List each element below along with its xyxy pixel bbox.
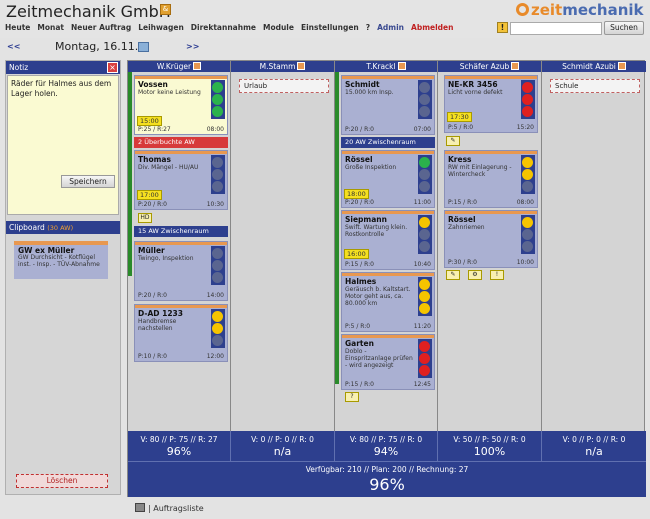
- add-icon[interactable]: [397, 62, 406, 70]
- save-note-button[interactable]: Speichern: [61, 175, 115, 188]
- add-icon[interactable]: [193, 62, 202, 70]
- column-t-krackl: T.Krackl Schmidt 15.000 km Insp. P:20 / R…: [335, 61, 438, 431]
- card-ne-kr-3456[interactable]: NE-KR 3456 Licht vorne defekt 17:30 P:5 /…: [444, 75, 538, 133]
- help-icon[interactable]: ?: [345, 392, 359, 402]
- green-bar: [335, 72, 339, 384]
- note-textarea[interactable]: Räder für Halmes aus dem Lager holen. Sp…: [7, 75, 119, 215]
- card-mueller[interactable]: Müller Twingo, Inspektion P:20 / R:0 14:00: [134, 241, 228, 301]
- clipboard-header: Clipboard (30 AW): [6, 221, 120, 234]
- absence-note: Urlaub: [239, 79, 329, 93]
- printer-icon[interactable]: [135, 503, 145, 512]
- alert-icon[interactable]: !: [490, 270, 504, 280]
- footer-link[interactable]: | Auftragsliste: [135, 503, 204, 513]
- add-icon[interactable]: [617, 62, 626, 70]
- menu-direktannahme[interactable]: Direktannahme: [191, 23, 256, 32]
- menu-einstellungen[interactable]: Einstellungen: [301, 23, 359, 32]
- current-date: Montag, 16.11.: [55, 40, 139, 53]
- column-w-krueger: W.Krüger Vossen Motor keine Leistung 15:0…: [128, 61, 231, 431]
- stats-schaefer-azub: V: 50 // P: 50 // R: 0 100%: [438, 431, 542, 461]
- hd-icon: HD: [138, 213, 152, 223]
- absence-note: Schule: [550, 79, 640, 93]
- gap-strip: 15 AW Zwischenraum: [134, 226, 228, 237]
- edit-icon[interactable]: ✎: [446, 270, 460, 280]
- green-bar: [128, 72, 132, 276]
- main-menu: Heute Monat Neuer Auftrag Leihwagen Dire…: [5, 23, 453, 32]
- stats-t-krackl: V: 80 // P: 75 // R: 0 94%: [335, 431, 438, 461]
- gear-icon: [516, 3, 529, 16]
- overbooked-strip: 2 Überbuchte AW: [134, 137, 228, 148]
- search-button[interactable]: Suchen: [604, 21, 644, 35]
- card-thomas[interactable]: Thomas Div. Mängel - HU/AU 17:00 P:20 / R…: [134, 150, 228, 210]
- title-badge: &: [160, 4, 171, 15]
- card-halmes[interactable]: Halmes Geräusch b. Kaltstart. Motor geht …: [341, 272, 435, 332]
- menu-monat[interactable]: Monat: [37, 23, 64, 32]
- card-schmidt[interactable]: Schmidt 15.000 km Insp. P:20 / R:0 07:00: [341, 75, 435, 135]
- card-roessel-2[interactable]: Rössel Zahnriemen P:30 / R:0 10:00: [444, 210, 538, 268]
- card-kress[interactable]: Kress RW mit Einlagerung - Wintercheck P:…: [444, 150, 538, 208]
- close-icon[interactable]: ×: [107, 62, 118, 73]
- warning-icon[interactable]: !: [497, 22, 508, 33]
- stats-m-stamm: V: 0 // P: 0 // R: 0 n/a: [231, 431, 335, 461]
- card-d-ad-1233[interactable]: D-AD 1233 Handbremse nachstellen P:10 / R…: [134, 304, 228, 362]
- app-title: Zeitmechanik GmbH: [6, 2, 171, 21]
- calendar-icon[interactable]: [138, 42, 149, 52]
- search-input[interactable]: [510, 22, 602, 35]
- menu-module[interactable]: Module: [263, 23, 294, 32]
- gap-strip: 20 AW Zwischenraum: [341, 137, 435, 148]
- card-garten[interactable]: Garten Doblo - Einspritzanlage prüfen - w…: [341, 334, 435, 390]
- left-panel: Notiz × Räder für Halmes aus dem Lager ho…: [5, 60, 121, 495]
- column-schmidt-azubi: Schmidt Azubi Schule: [542, 61, 646, 431]
- menu-leihwagen[interactable]: Leihwagen: [138, 23, 184, 32]
- clipboard-card[interactable]: GW ex Müller GW Durchsicht - Kotflügel in…: [14, 241, 108, 279]
- schedule-board: W.Krüger Vossen Motor keine Leistung 15:0…: [127, 60, 646, 497]
- menu-admin[interactable]: Admin: [377, 23, 404, 32]
- add-icon[interactable]: [297, 62, 306, 70]
- menu-help[interactable]: ?: [366, 23, 370, 32]
- note-header: Notiz ×: [6, 61, 120, 74]
- menu-neuer-auftrag[interactable]: Neuer Auftrag: [71, 23, 131, 32]
- total-summary: Verfügbar: 210 // Plan: 200 // Rechnung:…: [128, 461, 646, 497]
- zeitmechanik-logo: zeitmechanik: [516, 1, 644, 19]
- menu-abmelden[interactable]: Abmelden: [411, 23, 453, 32]
- card-vossen[interactable]: Vossen Motor keine Leistung 15:00 P:25 / …: [134, 75, 228, 135]
- stats-w-krueger: V: 80 // P: 75 // R: 27 96%: [128, 431, 231, 461]
- delete-button[interactable]: Löschen: [16, 474, 108, 488]
- next-day-link[interactable]: >>: [186, 42, 199, 51]
- stats-schmidt-azubi: V: 0 // P: 0 // R: 0 n/a: [542, 431, 646, 461]
- note-icon[interactable]: ✎: [446, 136, 460, 146]
- card-siepmann[interactable]: Siepmann Swift. Wartung klein. Rostkontro…: [341, 210, 435, 270]
- menu-heute[interactable]: Heute: [5, 23, 30, 32]
- add-icon[interactable]: [511, 62, 520, 70]
- settings-icon[interactable]: ⚙: [468, 270, 482, 280]
- column-schaefer-azub: Schäfer Azub NE-KR 3456 Licht vorne defek…: [438, 61, 542, 431]
- column-m-stamm: M.Stamm Urlaub: [231, 61, 335, 431]
- card-roessel[interactable]: Rössel Große Inspektion 18:00 P:20 / R:0 1…: [341, 150, 435, 208]
- prev-day-link[interactable]: <<: [7, 42, 20, 51]
